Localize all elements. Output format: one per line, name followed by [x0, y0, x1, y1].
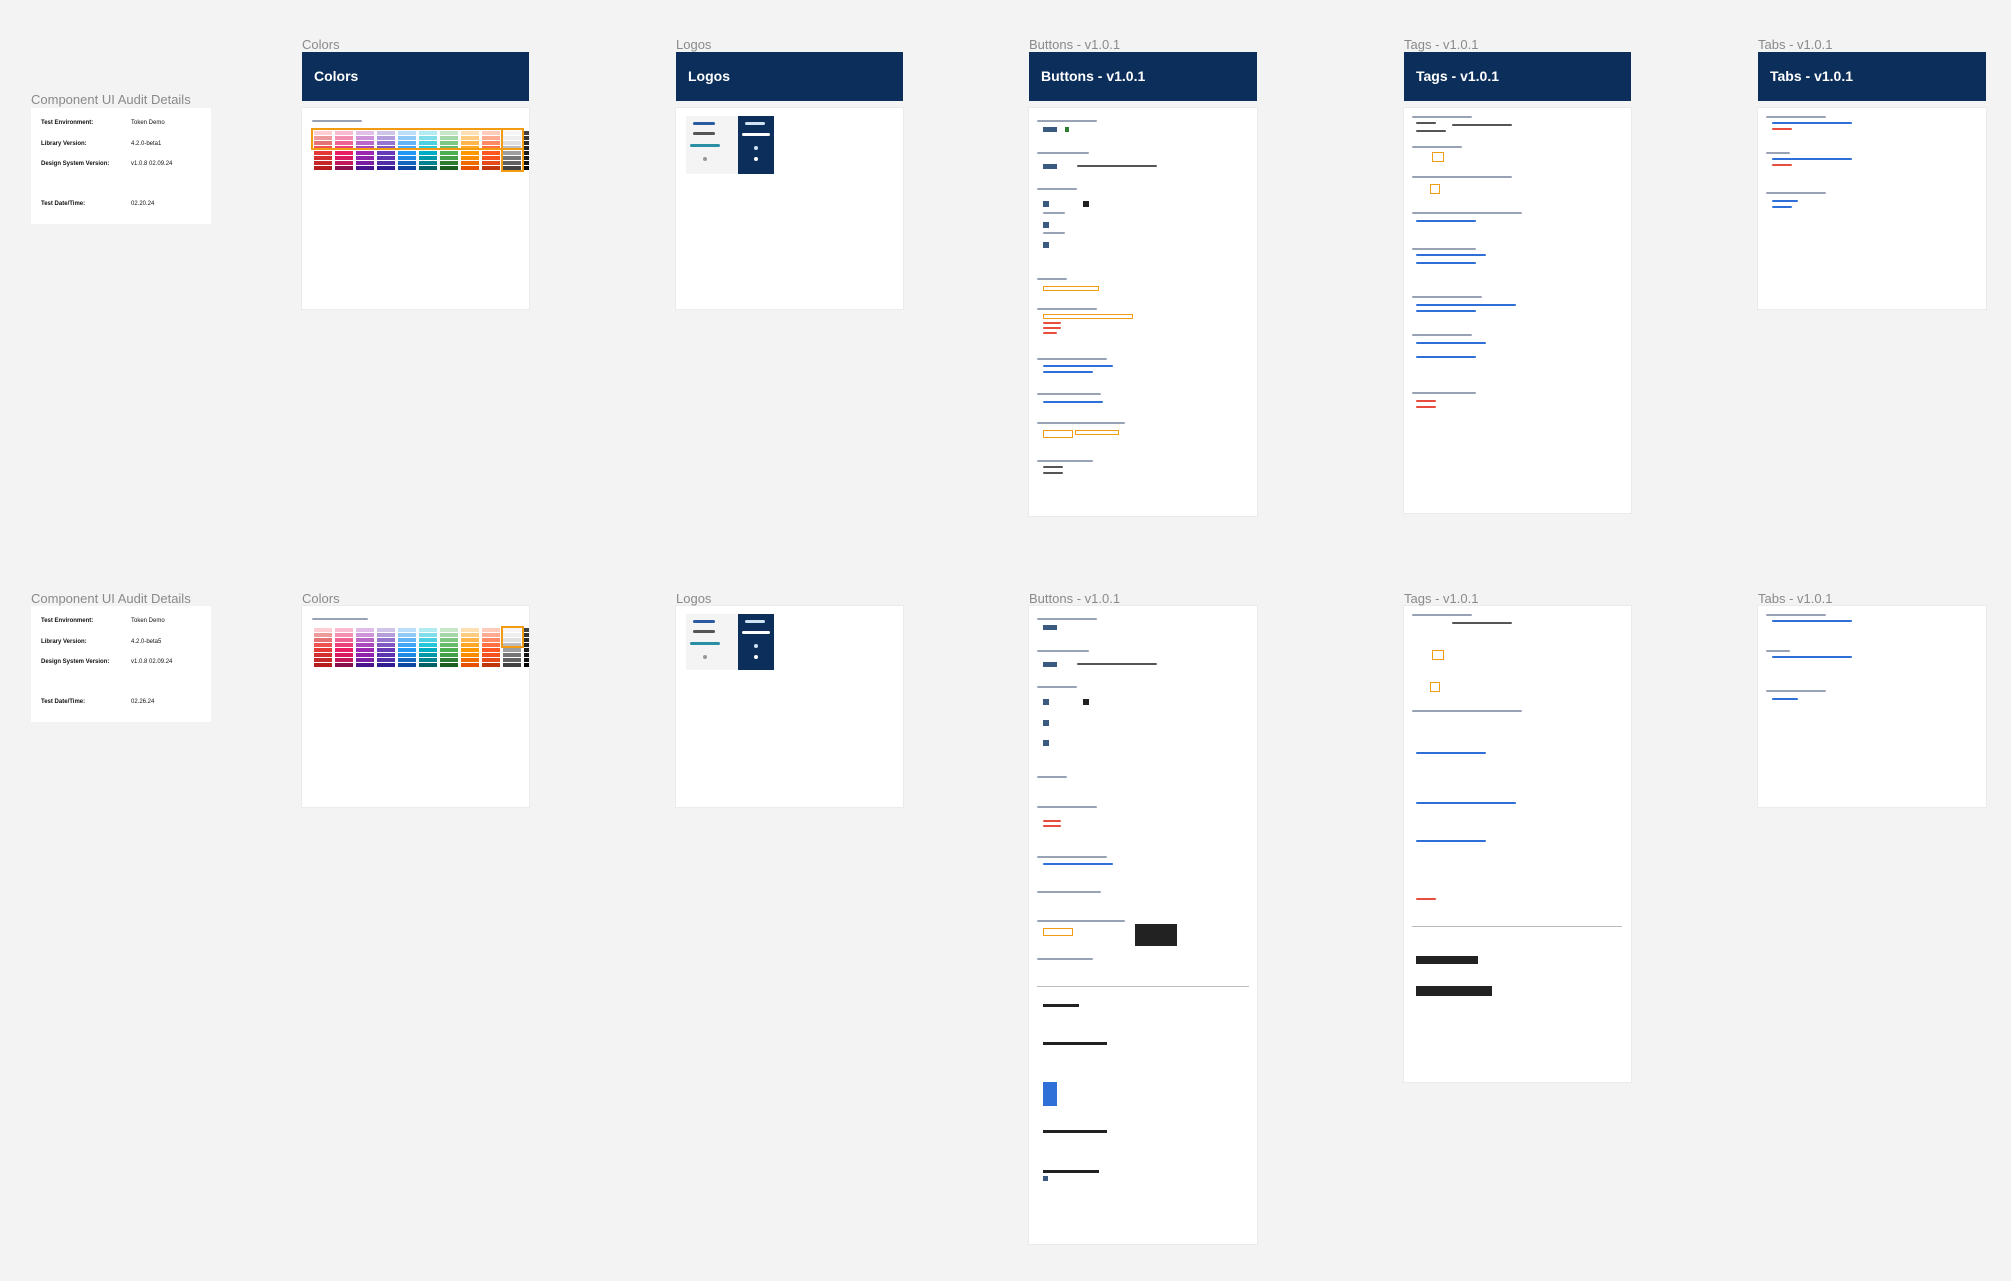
ds-row: Design System Version: v1.0.8 02.09.24 — [41, 659, 172, 665]
caption-line — [312, 120, 362, 122]
tags-banner: Tags - v1.0.1 — [1404, 52, 1631, 101]
audit-frame-title[interactable]: Component UI Audit Details — [31, 92, 191, 107]
logos-frame-title[interactable]: Logos — [676, 37, 711, 52]
logo-symbol-icon — [754, 644, 758, 648]
logo-mark — [693, 132, 715, 135]
highlight-box-dark — [501, 128, 524, 172]
ds-value: v1.0.8 02.09.24 — [131, 659, 173, 665]
tabs-panel-bottom — [1758, 606, 1986, 807]
logos-banner: Logos — [676, 52, 903, 101]
env-value: Token Demo — [131, 618, 165, 624]
tabs-frame-title-bottom[interactable]: Tabs - v1.0.1 — [1758, 591, 1832, 606]
date-value: 02.20.24 — [131, 201, 155, 207]
logo-mark — [690, 144, 720, 147]
lib-label: Library Version: — [41, 639, 87, 645]
colors-frame-title-bottom[interactable]: Colors — [302, 591, 340, 606]
logo-mark — [745, 122, 765, 125]
swatch-column-black — [524, 131, 529, 170]
buttons-banner: Buttons - v1.0.1 — [1029, 52, 1257, 101]
audit-details-card-bottom: Test Environment: Token Demo Library Vers… — [31, 606, 211, 722]
colors-panel-bottom — [302, 606, 529, 807]
lib-value: 4.2.0-beta5 — [131, 639, 162, 645]
logo-mark — [693, 122, 715, 125]
logo-symbol-icon — [754, 157, 758, 161]
colors-panel — [302, 108, 529, 309]
buttons-panel — [1029, 108, 1257, 516]
buttons-frame-title[interactable]: Buttons - v1.0.1 — [1029, 37, 1120, 52]
buttons-frame-title-bottom[interactable]: Buttons - v1.0.1 — [1029, 591, 1120, 606]
date-value: 02.26.24 — [131, 699, 155, 705]
env-label: Test Environment: — [41, 120, 94, 126]
colors-frame-title[interactable]: Colors — [302, 37, 340, 52]
tags-frame-title[interactable]: Tags - v1.0.1 — [1404, 37, 1478, 52]
tags-panel-bottom — [1404, 606, 1631, 1082]
lib-value: 4.2.0-beta1 — [131, 141, 162, 147]
color-palette-bottom — [314, 628, 529, 667]
ds-label: Design System Version: — [41, 659, 110, 665]
date-row: Test Date/Time: 02.26.24 — [41, 699, 154, 705]
logo-symbol-icon — [754, 146, 758, 150]
tabs-panel — [1758, 108, 1986, 309]
env-value: Token Demo — [131, 120, 165, 126]
logo-symbol-icon — [703, 655, 707, 659]
tabs-frame-title[interactable]: Tabs - v1.0.1 — [1758, 37, 1832, 52]
logos-panel — [676, 108, 903, 309]
audit-frame-title-bottom[interactable]: Component UI Audit Details — [31, 591, 191, 606]
logos-frame-title-bottom[interactable]: Logos — [676, 591, 711, 606]
logo-symbol-icon — [703, 157, 707, 161]
env-row: Test Environment: Token Demo — [41, 120, 165, 126]
tabs-banner: Tabs - v1.0.1 — [1758, 52, 1986, 101]
ds-row: Design System Version: v1.0.8 02.09.24 — [41, 161, 172, 167]
ds-label: Design System Version: — [41, 161, 110, 167]
logos-panel-bottom — [676, 606, 903, 807]
ds-value: v1.0.8 02.09.24 — [131, 161, 173, 167]
tags-frame-title-bottom[interactable]: Tags - v1.0.1 — [1404, 591, 1478, 606]
lib-row: Library Version: 4.2.0-beta1 — [41, 141, 161, 147]
lib-row: Library Version: 4.2.0-beta5 — [41, 639, 161, 645]
audit-details-card: Test Environment: Token Demo Library Vers… — [31, 108, 211, 224]
highlight-box-bottom — [501, 626, 524, 648]
colors-banner: Colors — [302, 52, 529, 101]
logo-mark — [742, 133, 770, 136]
highlight-box — [311, 128, 524, 150]
date-label: Test Date/Time: — [41, 201, 86, 207]
tags-panel — [1404, 108, 1631, 513]
lib-label: Library Version: — [41, 141, 87, 147]
logo-symbol-icon — [754, 655, 758, 659]
date-label: Test Date/Time: — [41, 699, 86, 705]
env-row: Test Environment: Token Demo — [41, 618, 165, 624]
date-row: Test Date/Time: 02.20.24 — [41, 201, 154, 207]
env-label: Test Environment: — [41, 618, 94, 624]
buttons-panel-bottom — [1029, 606, 1257, 1244]
